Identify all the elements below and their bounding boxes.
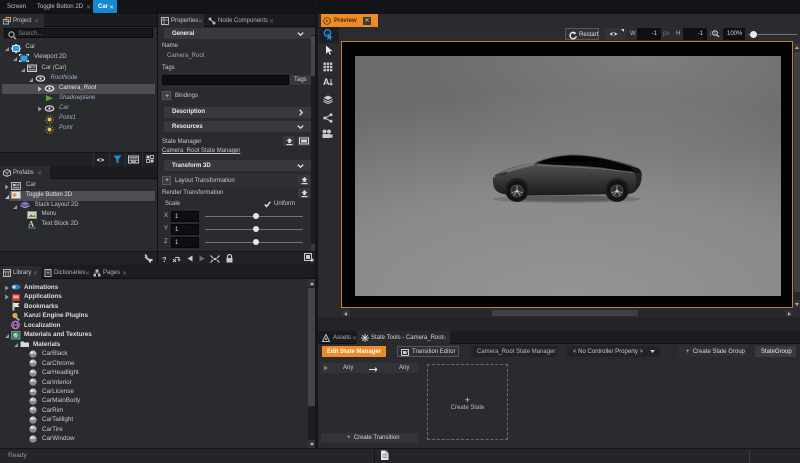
- svg-text:A: A: [323, 77, 330, 87]
- svg-text:A: A: [28, 219, 34, 228]
